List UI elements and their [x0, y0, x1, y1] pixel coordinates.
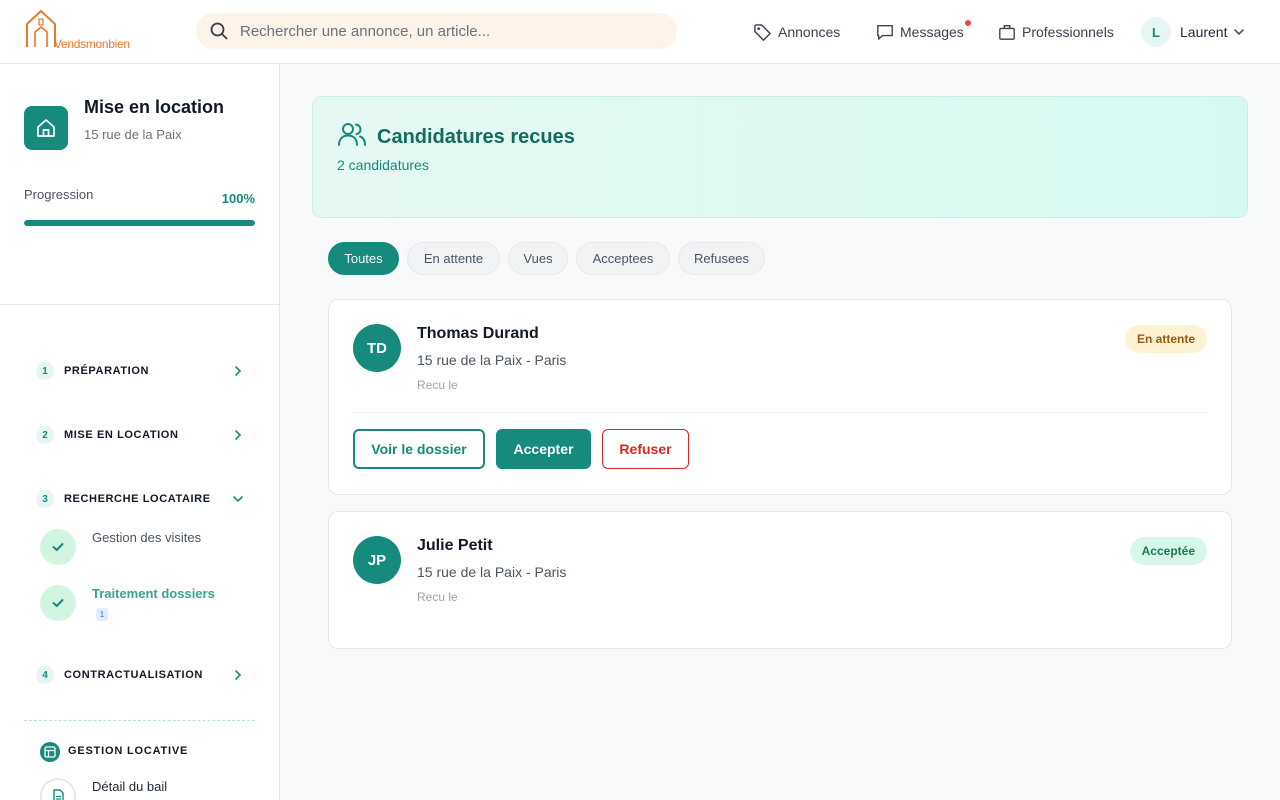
document-icon: [53, 789, 64, 800]
nav-messages-label: Messages: [900, 24, 964, 40]
bail-indicator: [40, 778, 76, 800]
avatar: JP: [353, 536, 401, 584]
tag-icon: [754, 23, 771, 41]
filter-refusees[interactable]: Refusees: [678, 242, 765, 275]
card-divider: [353, 412, 1208, 413]
candidate-name: Julie Petit: [417, 537, 493, 554]
filter-vues[interactable]: Vues: [508, 242, 568, 275]
step-recherche-locataire[interactable]: 3 RECHERCHE LOCATAIRE: [36, 488, 244, 510]
layout-icon: [44, 746, 56, 758]
chevron-down-icon: [233, 496, 243, 503]
chevron-right-icon: [235, 670, 242, 680]
users-icon: [338, 123, 366, 146]
logo-text: Vendsmonbien: [54, 37, 130, 51]
project-icon: [24, 106, 68, 150]
sidebar: Mise en location 15 rue de la Paix Progr…: [0, 64, 280, 800]
notification-dot: [965, 20, 971, 26]
check-icon: [52, 543, 64, 551]
avatar: TD: [353, 324, 401, 372]
candidate-name: Thomas Durand: [417, 325, 539, 342]
candidate-card: TD Thomas Durand 15 rue de la Paix - Par…: [328, 299, 1232, 495]
nav-annonces-label: Annonces: [778, 24, 841, 40]
nav-messages[interactable]: Messages: [876, 20, 964, 44]
filter-toutes[interactable]: Toutes: [328, 242, 399, 275]
gestion-locative-icon: [40, 742, 60, 762]
user-name[interactable]: Laurent: [1180, 24, 1227, 40]
candidate-address: 15 rue de la Paix - Paris: [417, 564, 567, 580]
step-preparation[interactable]: 1 PRÉPARATION: [36, 360, 244, 382]
status-badge: Acceptée: [1129, 537, 1207, 565]
candidate-card: JP Julie Petit 15 rue de la Paix - Paris…: [328, 511, 1232, 649]
substep-count-badge: 1: [96, 608, 108, 621]
progress-value: 100%: [221, 191, 255, 206]
project-title: Mise en location: [84, 97, 225, 117]
step-label: RECHERCHE LOCATAIRE: [64, 493, 211, 505]
page-title: Candidatures recues: [377, 126, 575, 148]
project-address: 15 rue de la Paix: [84, 127, 182, 142]
step-mise-en-location[interactable]: 2 MISE EN LOCATION: [36, 424, 244, 446]
search-input[interactable]: [240, 13, 660, 49]
candidatures-count: 2 candidatures: [337, 157, 429, 173]
accept-button[interactable]: Accepter: [496, 429, 591, 469]
filter-en-attente[interactable]: En attente: [407, 242, 500, 275]
step-label: MISE EN LOCATION: [64, 429, 179, 441]
progress-bar-fill: [24, 220, 255, 226]
substep-done-indicator: [40, 529, 76, 565]
message-icon: [877, 25, 893, 40]
progress-bar: [24, 220, 255, 226]
sidebar-dashed-divider: [24, 720, 255, 721]
substep-traitement-dossiers[interactable]: Traitement dossiers: [92, 586, 215, 601]
step-label: CONTRACTUALISATION: [64, 669, 203, 681]
step-label: PRÉPARATION: [64, 365, 150, 377]
chevron-right-icon: [235, 430, 242, 440]
filter-acceptees[interactable]: Acceptees: [576, 242, 670, 275]
check-icon: [52, 599, 64, 607]
substep-gestion-visites[interactable]: Gestion des visites: [92, 530, 201, 545]
step-contractualisation[interactable]: 4 CONTRACTUALISATION: [36, 664, 244, 686]
candidate-address: 15 rue de la Paix - Paris: [417, 352, 567, 368]
section-gestion-locative: GESTION LOCATIVE: [68, 745, 189, 757]
substep-done-indicator: [40, 585, 76, 621]
status-badge: En attente: [1124, 325, 1207, 353]
nav-professionnels[interactable]: Professionnels: [998, 20, 1114, 44]
view-dossier-button[interactable]: Voir le dossier: [353, 429, 485, 469]
chevron-down-icon[interactable]: [1233, 26, 1245, 38]
house-logo-icon: [26, 9, 56, 47]
home-icon: [37, 119, 55, 137]
received-date: Recu le: [417, 590, 458, 604]
step-number: 2: [36, 426, 54, 444]
refuse-button[interactable]: Refuser: [602, 429, 689, 469]
briefcase-icon: [999, 25, 1015, 40]
step-number: 4: [36, 666, 54, 684]
logo[interactable]: Vendsmonbien: [24, 8, 136, 52]
sidebar-divider: [0, 304, 279, 305]
received-date: Recu le: [417, 378, 458, 392]
step-number: 3: [36, 490, 54, 508]
step-number: 1: [36, 362, 54, 380]
sidebar-item-detail-bail[interactable]: Détail du bail: [92, 779, 167, 794]
progress-label: Progression: [24, 187, 94, 202]
nav-annonces[interactable]: Annonces: [753, 20, 840, 44]
top-header: Vendsmonbien Annonces Messages Professio…: [0, 0, 1280, 64]
search-bar[interactable]: [196, 13, 677, 49]
candidatures-header: Candidatures recues 2 candidatures: [312, 96, 1248, 218]
chevron-right-icon: [235, 366, 242, 376]
user-avatar[interactable]: L: [1141, 17, 1171, 47]
nav-professionnels-label: Professionnels: [1022, 24, 1114, 40]
search-icon: [210, 22, 228, 40]
